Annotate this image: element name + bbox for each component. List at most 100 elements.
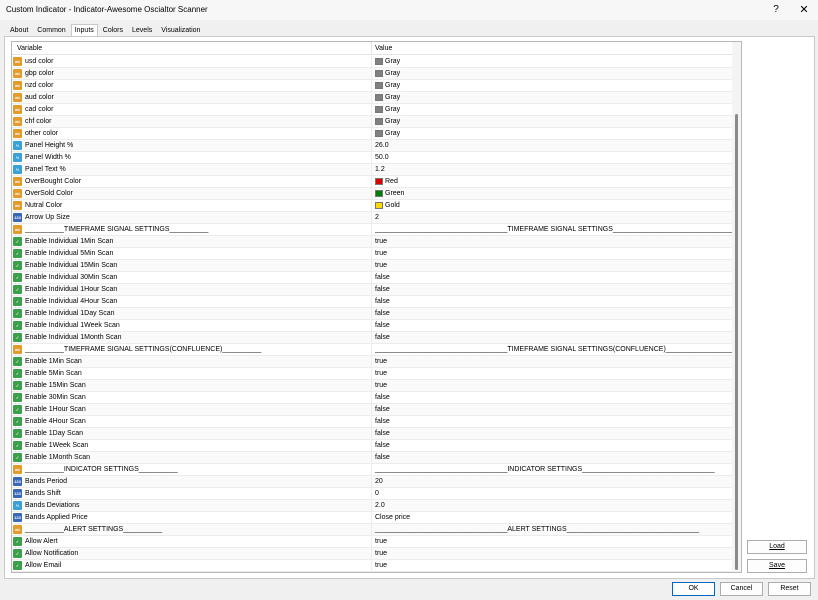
value-cell[interactable]: Gray (371, 92, 732, 103)
value-cell[interactable]: true (371, 260, 732, 271)
table-row[interactable]: ab __________INDICATOR SETTINGS__________… (12, 464, 732, 476)
value-cell[interactable]: true (371, 368, 732, 379)
value-cell[interactable]: 2.0 (371, 500, 732, 511)
value-cell[interactable]: true (371, 248, 732, 259)
table-row[interactable]: ✓ Enable 1Hour Scan false (12, 404, 732, 416)
value-cell[interactable]: false (371, 308, 732, 319)
table-row[interactable]: ✓ Enable Individual 1Month Scan false (12, 332, 732, 344)
table-row[interactable]: ab aud color Gray (12, 92, 732, 104)
table-row[interactable]: ½ Panel Width % 50.0 (12, 152, 732, 164)
table-row[interactable]: ✓ Enable Individual 15Min Scan true (12, 260, 732, 272)
table-row[interactable]: ✓ Enable 4Hour Scan false (12, 416, 732, 428)
value-cell[interactable]: false (371, 272, 732, 283)
table-row[interactable]: ab OverSold Color Green (12, 188, 732, 200)
value-cell[interactable]: __________________________________ALERT … (371, 524, 732, 535)
value-cell[interactable]: Gray (371, 68, 732, 79)
table-row[interactable]: ab usd color Gray (12, 56, 732, 68)
value-cell[interactable]: 2 (371, 212, 732, 223)
value-cell[interactable]: Gray (371, 128, 732, 139)
table-row[interactable]: ✓ Enable Individual 4Hour Scan false (12, 296, 732, 308)
table-row[interactable]: ab OverBought Color Red (12, 176, 732, 188)
table-row[interactable]: ab __________ALERT SETTINGS__________ ____… (12, 524, 732, 536)
scrollbar-thumb[interactable] (735, 114, 738, 570)
table-row[interactable]: ✓ Enable Individual 1Day Scan false (12, 308, 732, 320)
value-cell[interactable]: false (371, 416, 732, 427)
value-cell[interactable]: false (371, 428, 732, 439)
table-row[interactable]: 123 Bands Period 20 (12, 476, 732, 488)
value-cell[interactable]: Red (371, 176, 732, 187)
table-row[interactable]: ab nzd color Gray (12, 80, 732, 92)
table-row[interactable]: ½ Bands Deviations 2.0 (12, 500, 732, 512)
value-cell[interactable]: 1.2 (371, 164, 732, 175)
load-button[interactable]: Load (747, 540, 807, 554)
value-cell[interactable]: Gray (371, 116, 732, 127)
vertical-scrollbar[interactable] (732, 42, 741, 572)
table-row[interactable]: ✓ Allow Alert true (12, 536, 732, 548)
boolean-type-icon: ✓ (13, 549, 22, 558)
table-row[interactable]: ✓ Enable Individual 1Min Scan true (12, 236, 732, 248)
table-row[interactable]: ✓ Enable 30Min Scan false (12, 392, 732, 404)
table-row[interactable]: ✓ Enable 1Day Scan false (12, 428, 732, 440)
table-row[interactable]: ✓ Enable Individual 1Hour Scan false (12, 284, 732, 296)
reset-button[interactable]: Reset (768, 582, 811, 596)
value-cell[interactable]: Gold (371, 200, 732, 211)
table-row[interactable]: ✓ Allow Notification true (12, 548, 732, 560)
table-row[interactable]: ½ Panel Text % 1.2 (12, 164, 732, 176)
value-cell[interactable]: Gray (371, 104, 732, 115)
table-row[interactable]: ab cad color Gray (12, 104, 732, 116)
table-row[interactable]: ✓ Enable 1Week Scan false (12, 440, 732, 452)
table-row[interactable]: ✓ Enable Individual 5Min Scan true (12, 248, 732, 260)
value-cell[interactable]: false (371, 404, 732, 415)
integer-type-icon: 123 (13, 213, 22, 222)
table-row[interactable]: ✓ Enable Individual 30Min Scan false (12, 272, 732, 284)
table-row[interactable]: 123 Bands Applied Price Close price (12, 512, 732, 524)
value-cell[interactable]: __________________________________TIMEFR… (371, 224, 732, 235)
value-cell[interactable]: 0 (371, 488, 732, 499)
help-button[interactable]: ? (766, 2, 786, 18)
value-column-header[interactable]: Value (375, 45, 392, 52)
value-cell[interactable]: true (371, 236, 732, 247)
table-row[interactable]: ✓ Enable Individual 1Week Scan false (12, 320, 732, 332)
value-cell[interactable]: Gray (371, 80, 732, 91)
value-cell[interactable]: Close price (371, 512, 732, 523)
value-cell[interactable]: Green (371, 188, 732, 199)
table-row[interactable]: 123 Bands Shift 0 (12, 488, 732, 500)
table-row[interactable]: ✓ Enable 1Min Scan true (12, 356, 732, 368)
value-cell[interactable]: false (371, 452, 732, 463)
value-cell[interactable]: false (371, 392, 732, 403)
table-row[interactable]: ✓ Enable 15Min Scan true (12, 380, 732, 392)
variable-column-header[interactable]: Variable (17, 45, 42, 52)
table-row[interactable]: 123 Arrow Up Size 2 (12, 212, 732, 224)
variable-name: __________TIMEFRAME SIGNAL SETTINGS(CONF… (25, 346, 262, 353)
value-cell[interactable]: 50.0 (371, 152, 732, 163)
table-row[interactable]: ab Nutral Color Gold (12, 200, 732, 212)
value-cell[interactable]: __________________________________TIMEFR… (371, 344, 732, 355)
table-row[interactable]: ab __________TIMEFRAME SIGNAL SETTINGS___… (12, 224, 732, 236)
table-row[interactable]: ab chf color Gray (12, 116, 732, 128)
value-cell[interactable]: Gray (371, 56, 732, 67)
value-cell[interactable]: true (371, 380, 732, 391)
value-cell[interactable]: 26.0 (371, 140, 732, 151)
ok-button[interactable]: OK (672, 582, 715, 596)
value-cell[interactable]: false (371, 296, 732, 307)
value-cell[interactable]: true (371, 548, 732, 559)
value-cell[interactable]: __________________________________INDICA… (371, 464, 732, 475)
value-cell[interactable]: false (371, 320, 732, 331)
table-row[interactable]: ab other color Gray (12, 128, 732, 140)
value-cell[interactable]: false (371, 284, 732, 295)
cancel-button[interactable]: Cancel (720, 582, 763, 596)
table-row[interactable]: ab __________TIMEFRAME SIGNAL SETTINGS(CO… (12, 344, 732, 356)
value-cell[interactable]: true (371, 356, 732, 367)
table-row[interactable]: ✓ Allow Email true (12, 560, 732, 572)
table-row[interactable]: ½ Panel Height % 26.0 (12, 140, 732, 152)
value-cell[interactable]: false (371, 332, 732, 343)
close-button[interactable]: ✕ (794, 2, 814, 18)
table-row[interactable]: ab gbp color Gray (12, 68, 732, 80)
value-cell[interactable]: 20 (371, 476, 732, 487)
table-row[interactable]: ✓ Enable 1Month Scan false (12, 452, 732, 464)
table-row[interactable]: ✓ Enable 5Min Scan true (12, 368, 732, 380)
save-button[interactable]: Save (747, 559, 807, 573)
value-cell[interactable]: true (371, 560, 732, 571)
value-cell[interactable]: true (371, 536, 732, 547)
value-cell[interactable]: false (371, 440, 732, 451)
